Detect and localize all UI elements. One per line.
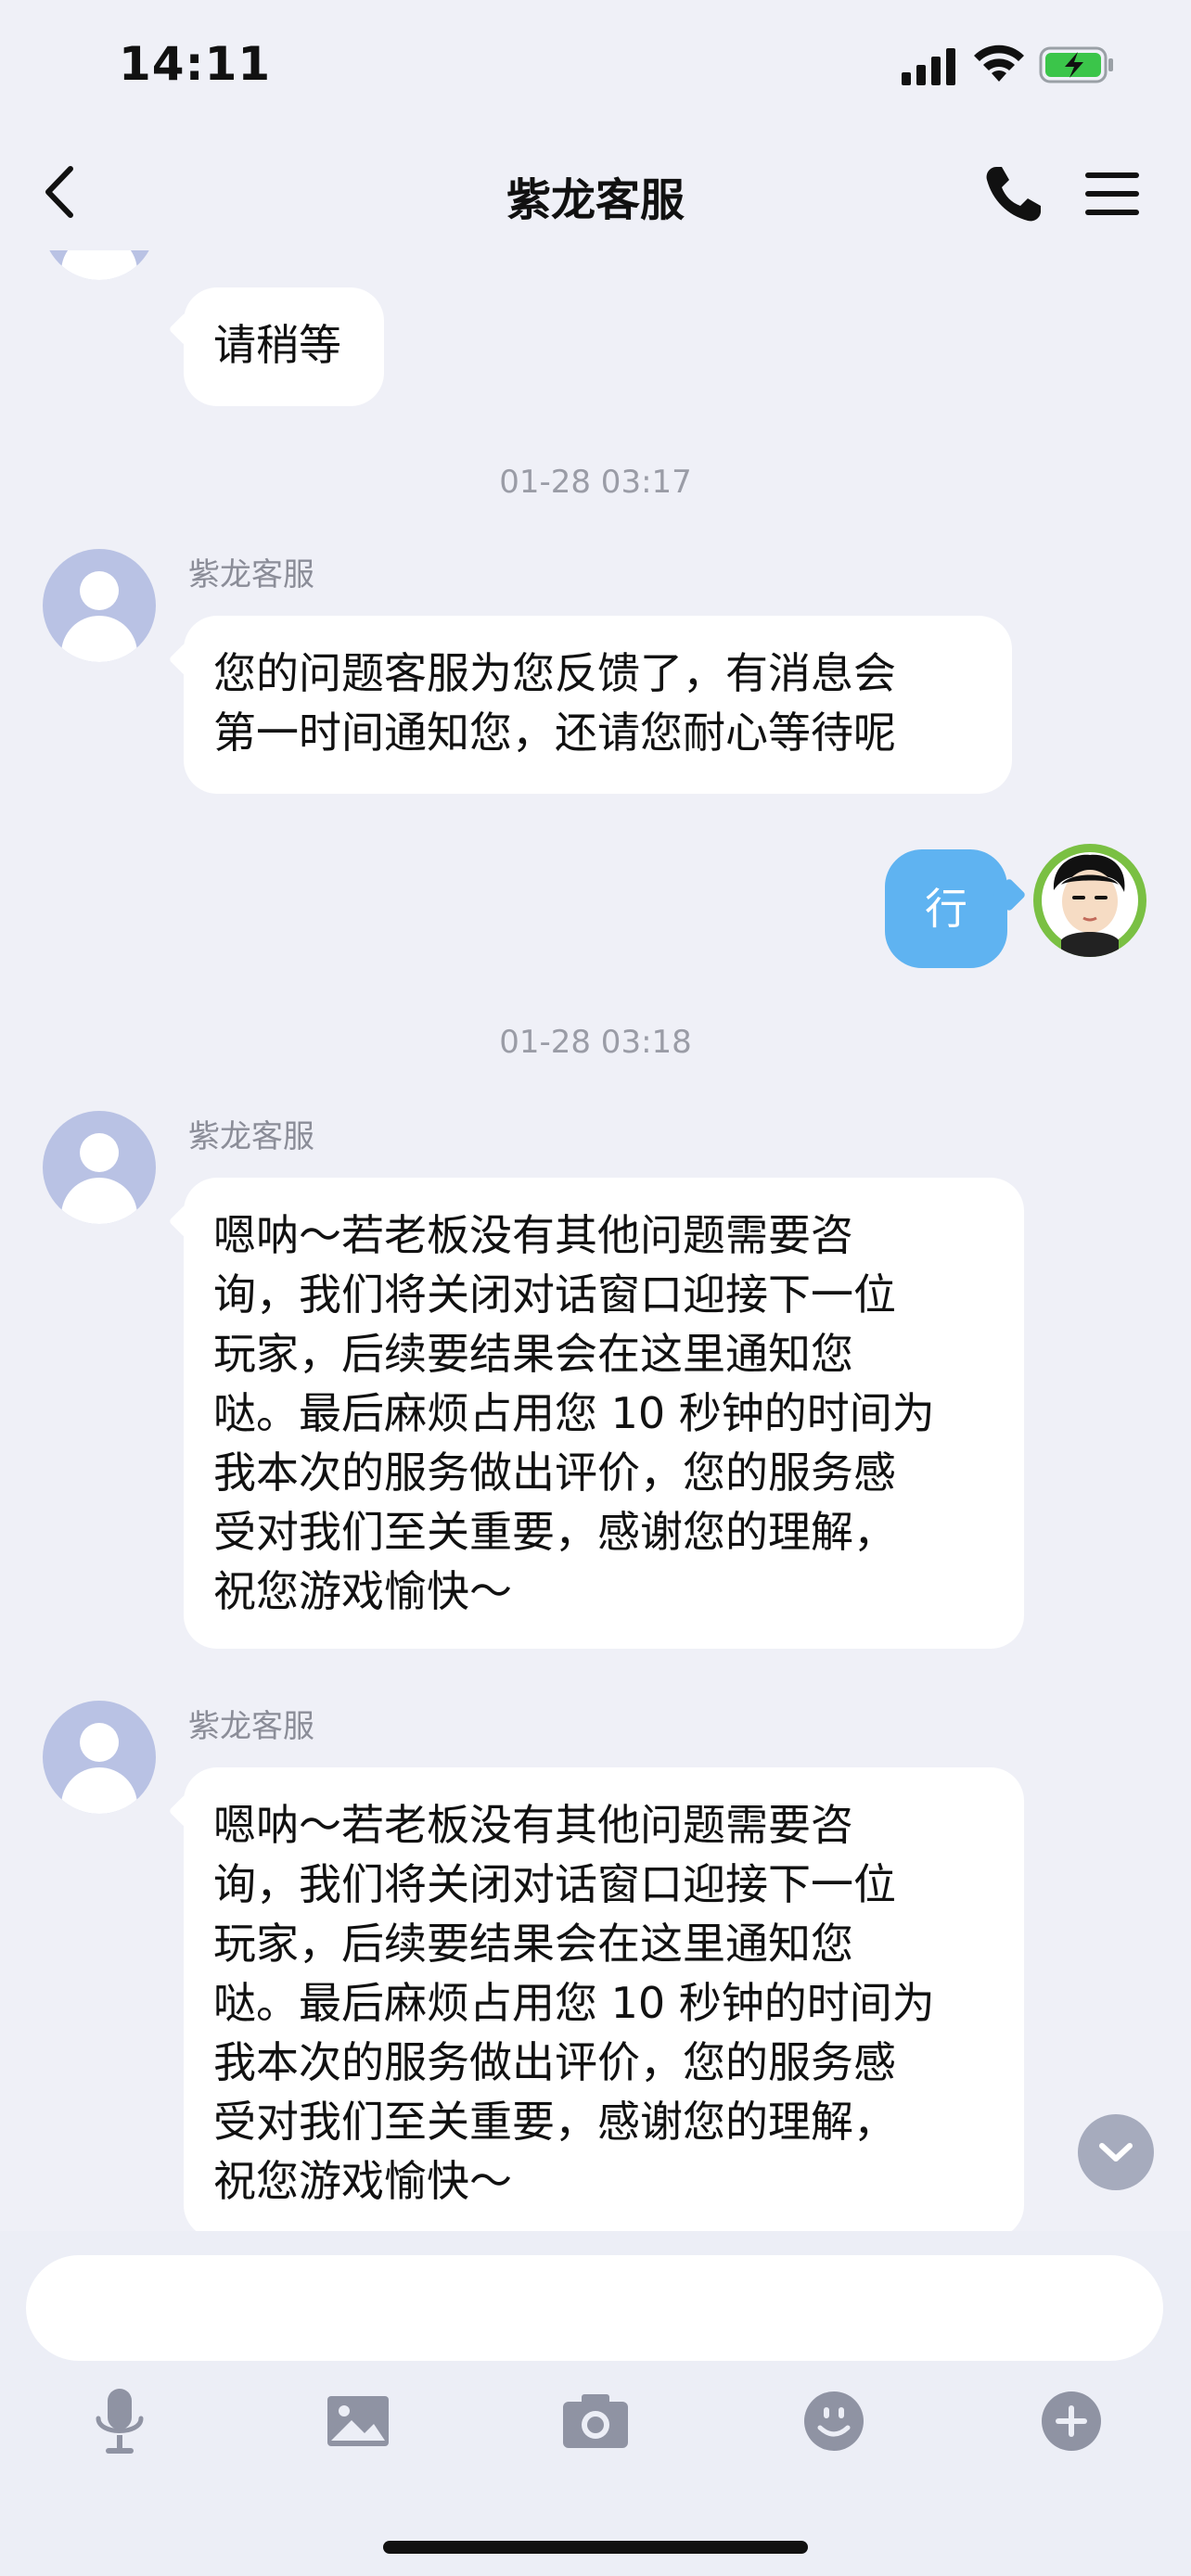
message-text: 请稍等 xyxy=(213,320,341,370)
agent-message-bubble[interactable]: 请稍等 xyxy=(184,287,384,406)
message-timestamp: 01-28 03:18 xyxy=(499,1024,692,1061)
message-line: 询，我们将关闭对话窗口迎接下一位 xyxy=(213,1859,896,1909)
message-line: 我本次的服务做出评价，您的服务感 xyxy=(213,2037,896,2087)
agent-avatar xyxy=(43,1701,156,1814)
message-line: 第一时间通知您，还请您耐心等待呢 xyxy=(213,708,896,758)
camera-icon[interactable] xyxy=(556,2381,635,2461)
menu-icon[interactable] xyxy=(1082,163,1143,224)
message-timestamp: 01-28 03:17 xyxy=(499,464,692,501)
message-line: 哒。最后麻烦占用您 10 秒钟的时间为 xyxy=(213,1388,935,1438)
message-line: 哒。最后麻烦占用您 10 秒钟的时间为 xyxy=(213,1978,935,2028)
message-line: 玩家，后续要结果会在这里通知您 xyxy=(213,1919,853,1969)
message-line: 我本次的服务做出评价，您的服务感 xyxy=(213,1447,896,1498)
status-time: 14:11 xyxy=(119,37,272,91)
message-text: 行 xyxy=(925,884,967,934)
message-line: 您的问题客服为您反馈了，有消息会 xyxy=(213,648,896,698)
sender-name: 紫龙客服 xyxy=(188,556,314,593)
agent-message-bubble[interactable]: 嗯呐～若老板没有其他问题需要咨 询，我们将关闭对话窗口迎接下一位 玩家，后续要结… xyxy=(184,1767,1024,2231)
agent-avatar xyxy=(43,1111,156,1224)
message-input[interactable] xyxy=(26,2255,1163,2361)
chevron-down-icon xyxy=(1099,2143,1133,2162)
agent-avatar xyxy=(43,250,156,280)
scroll-to-bottom-button[interactable] xyxy=(1078,2114,1154,2190)
message-line: 受对我们至关重要，感谢您的理解， xyxy=(213,1507,896,1557)
message-line: 祝您游戏愉快～ xyxy=(213,2156,512,2206)
my-message-bubble[interactable]: 行 xyxy=(885,849,1007,968)
message-line: 受对我们至关重要，感谢您的理解， xyxy=(213,2097,896,2147)
plus-icon[interactable] xyxy=(1031,2381,1111,2461)
sender-name: 紫龙客服 xyxy=(188,1118,314,1155)
battery-charging-icon xyxy=(1039,46,1113,83)
nav-bar: 紫龙客服 xyxy=(0,139,1191,250)
phone-call-icon[interactable] xyxy=(981,161,1046,226)
home-indicator[interactable] xyxy=(383,2541,808,2554)
image-icon[interactable] xyxy=(318,2381,398,2461)
emoji-icon[interactable] xyxy=(794,2381,874,2461)
user-avatar[interactable] xyxy=(1033,844,1146,957)
message-line: 祝您游戏愉快～ xyxy=(213,1566,512,1616)
message-line: 询，我们将关闭对话窗口迎接下一位 xyxy=(213,1269,896,1320)
microphone-icon[interactable] xyxy=(80,2381,160,2461)
agent-message-bubble[interactable]: 嗯呐～若老板没有其他问题需要咨 询，我们将关闭对话窗口迎接下一位 玩家，后续要结… xyxy=(184,1178,1024,1649)
agent-avatar xyxy=(43,549,156,662)
wifi-icon xyxy=(974,45,1024,82)
message-line: 嗯呐～若老板没有其他问题需要咨 xyxy=(213,1800,853,1850)
user-avatar-icon xyxy=(1042,852,1138,957)
cellular-signal-icon xyxy=(902,48,955,85)
message-line: 嗯呐～若老板没有其他问题需要咨 xyxy=(213,1210,853,1260)
chat-area[interactable]: 请稍等 01-28 03:17 紫龙客服 您的问题客服为您反馈了，有消息会 第一… xyxy=(0,250,1191,2231)
status-bar: 14:11 xyxy=(0,0,1191,134)
input-area xyxy=(0,2231,1191,2576)
agent-message-bubble[interactable]: 您的问题客服为您反馈了，有消息会 第一时间通知您，还请您耐心等待呢 xyxy=(184,616,1012,794)
message-line: 玩家，后续要结果会在这里通知您 xyxy=(213,1329,853,1379)
sender-name: 紫龙客服 xyxy=(188,1708,314,1745)
